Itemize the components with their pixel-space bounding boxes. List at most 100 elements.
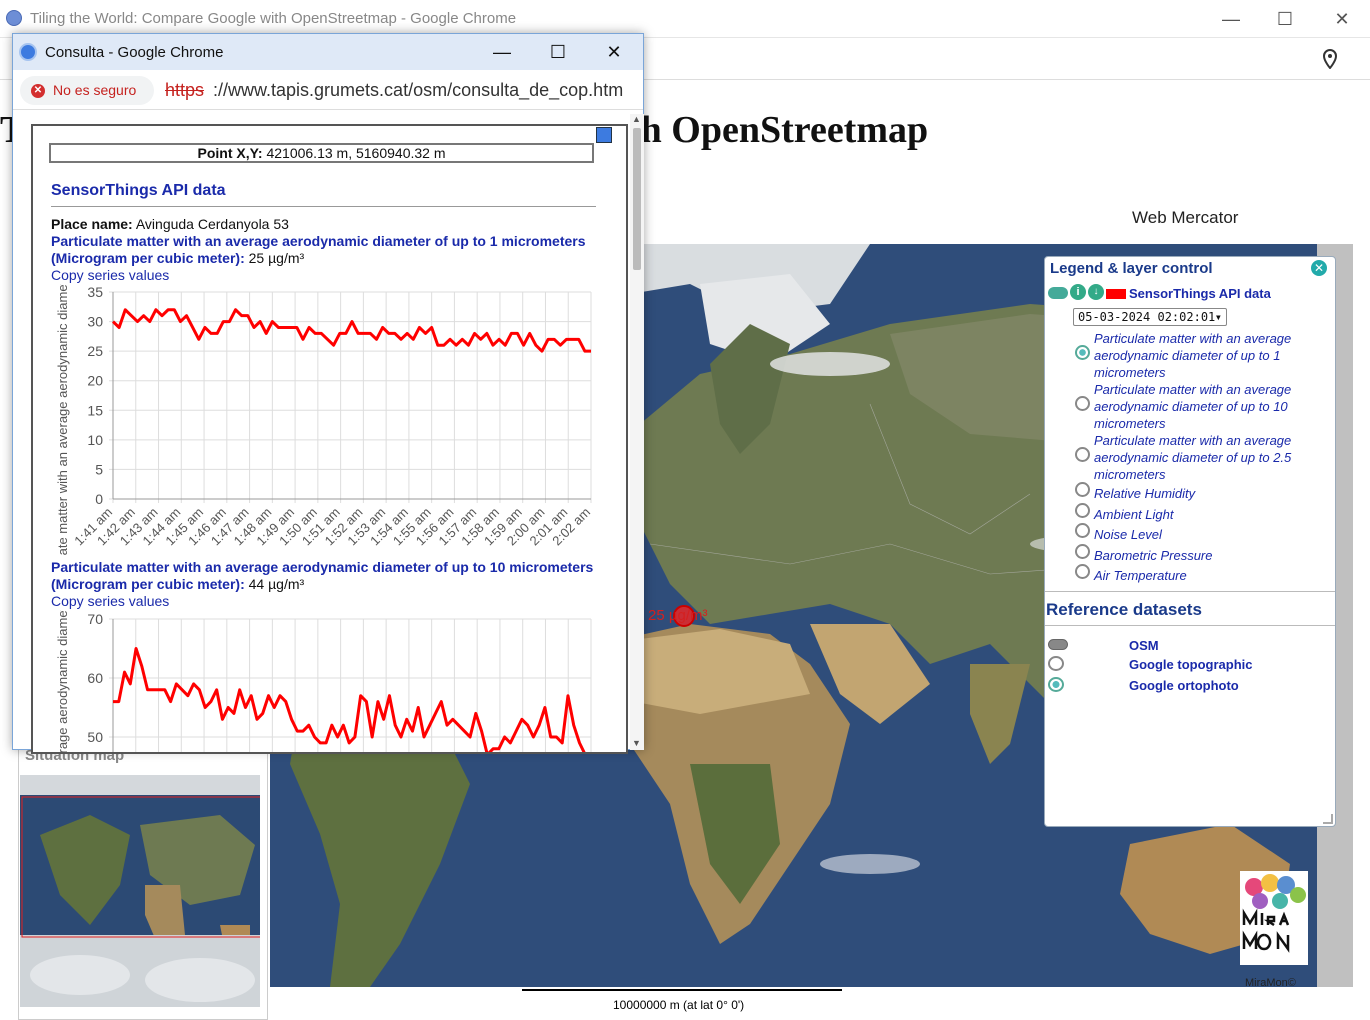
popup-address-bar[interactable]: ✕ No es seguro https ://www.tapis.grumet… (13, 70, 643, 110)
legend-close-icon[interactable]: ✕ (1311, 260, 1327, 276)
y-tick-label: 10 (87, 432, 103, 448)
y-tick-label: 30 (87, 314, 103, 330)
legend-title: Legend & layer control (1050, 260, 1213, 277)
series-current-value: 25 µg/m³ (248, 250, 305, 266)
date-select[interactable]: 05-03-2024 02:02:01 (1073, 308, 1227, 326)
divider (1045, 591, 1335, 592)
layer-name: SensorThings API data (1129, 286, 1271, 301)
copy-series-link[interactable]: Copy series values (51, 267, 169, 283)
projection-label: Web Mercator (1132, 208, 1239, 227)
y-tick-label: 15 (87, 402, 103, 418)
copy-series-link[interactable]: Copy series values (51, 593, 169, 609)
main-window-title: Tiling the World: Compare Google with Op… (30, 10, 517, 27)
info-icon[interactable]: i (1070, 284, 1086, 300)
y-tick-label: 35 (87, 284, 103, 300)
popup-minimize-button[interactable]: — (487, 39, 517, 65)
place-name-line: Place name: Avinguda Cerdanyola 53 (51, 216, 289, 232)
y-tick-label: 5 (95, 461, 103, 477)
y-tick-label: 20 (87, 373, 103, 389)
divider (1045, 625, 1335, 626)
reference-label: OSM (1129, 638, 1159, 653)
situation-map-panel[interactable]: Situation map (18, 742, 268, 1020)
variable-radio[interactable] (1075, 482, 1090, 497)
url-text[interactable]: ://www.tapis.grumets.cat/osm/consulta_de… (213, 80, 623, 101)
series-name: Particulate matter with an average aerod… (51, 559, 594, 575)
place-value: Avinguda Cerdanyola 53 (135, 216, 289, 232)
y-axis-label: Particulate matter with an average aerod… (55, 284, 70, 556)
resize-handle[interactable] (1323, 814, 1333, 824)
y-tick-label: 70 (87, 611, 103, 627)
series-line (111, 308, 591, 353)
series-current-value: 44 µg/m³ (248, 576, 305, 592)
query-result-frame[interactable]: Point X,Y: 421006.13 m, 5160940.32 m Sen… (31, 124, 628, 754)
popup-title: Consulta - Google Chrome (45, 44, 224, 61)
download-icon[interactable]: ↓ (1088, 284, 1104, 300)
popup-maximize-button[interactable]: ☐ (543, 39, 573, 65)
reference-item-osm[interactable]: OSM (1045, 635, 1335, 655)
series-line (113, 647, 586, 752)
layer-visibility-toggle[interactable] (1048, 287, 1068, 299)
chrome-icon (19, 43, 37, 61)
minimize-button[interactable]: — (1216, 6, 1246, 32)
variable-label: Barometric Pressure (1094, 548, 1213, 563)
url-scheme[interactable]: https (165, 80, 204, 101)
security-label: No es seguro (53, 82, 137, 98)
reference-radio[interactable] (1048, 656, 1064, 671)
reference-label: Google topographic (1129, 657, 1253, 672)
variable-radio[interactable] (1075, 503, 1090, 518)
popup-titlebar[interactable]: Consulta - Google Chrome — ☐ ✕ (13, 34, 643, 70)
not-secure-icon: ✕ (31, 84, 45, 98)
popup-close-button[interactable]: ✕ (599, 39, 629, 65)
reference-item-google-ortophoto[interactable]: Google ortophoto (1045, 675, 1335, 695)
security-chip[interactable]: ✕ No es seguro (20, 76, 154, 105)
close-button[interactable]: ✕ (1327, 6, 1357, 32)
place-label: Place name: (51, 216, 133, 232)
series-name: Particulate matter with an average aerod… (51, 233, 586, 249)
reference-item-google-topographic[interactable]: Google topographic (1045, 654, 1335, 674)
consulta-popup-window[interactable]: Consulta - Google Chrome — ☐ ✕ ✕ No es s… (12, 33, 644, 754)
point-value: 421006.13 m, 5160940.32 m (266, 145, 446, 161)
miramon-copyright: MiraMon© (1245, 977, 1296, 989)
pm10-line-chart: 3040506070Particulate matter with an ave… (55, 610, 592, 754)
variable-label: Particulate matter with an average aerod… (1094, 382, 1292, 431)
variable-radio[interactable] (1075, 345, 1090, 360)
scroll-up-icon[interactable]: ▲ (632, 114, 641, 124)
variable-radio[interactable] (1075, 544, 1090, 559)
situation-map-image[interactable] (20, 775, 260, 1007)
miramon-logo (1240, 871, 1308, 965)
edit-icon[interactable] (596, 127, 612, 143)
y-tick-label: 50 (87, 729, 103, 745)
variable-radio[interactable] (1075, 447, 1090, 462)
chrome-globe-icon (6, 10, 22, 26)
reference-toggle[interactable] (1048, 639, 1068, 650)
maximize-button[interactable]: ☐ (1270, 6, 1300, 32)
page-title-suffix: th OpenStreetmap (628, 109, 929, 151)
reference-radio[interactable] (1048, 677, 1064, 692)
location-pin-icon[interactable] (1322, 49, 1338, 69)
variable-label: Noise Level (1094, 527, 1162, 542)
y-axis-label: Particulate matter with an average aerod… (55, 610, 70, 754)
series-header: Particulate matter with an average aerod… (51, 559, 594, 592)
pm1-line-chart: 051015202530351:41 am1:42 am1:43 am1:44 … (55, 284, 593, 556)
y-tick-label: 60 (87, 670, 103, 686)
y-tick-label: 25 (87, 343, 103, 359)
point-coordinates-box: Point X,Y: 421006.13 m, 5160940.32 m (49, 143, 594, 163)
variable-label: Air Temperature (1094, 568, 1187, 583)
scale-bar (522, 989, 842, 991)
section-title: SensorThings API data (51, 182, 226, 199)
variable-label: Particulate matter with an average aerod… (1094, 433, 1292, 482)
layer-color-swatch (1106, 289, 1126, 299)
scale-bar-label: 10000000 m (at lat 0° 0') (613, 998, 745, 1012)
variable-radio[interactable] (1075, 396, 1090, 411)
legend-panel[interactable]: Legend & layer control ✕ i ↓ SensorThing… (1044, 256, 1336, 827)
reference-datasets-title: Reference datasets (1046, 600, 1202, 619)
variable-label: Ambient Light (1094, 507, 1174, 522)
divider (51, 206, 596, 207)
variable-radio[interactable] (1075, 523, 1090, 538)
scroll-down-icon[interactable]: ▼ (632, 738, 641, 748)
variable-label: Relative Humidity (1094, 486, 1196, 501)
reference-label: Google ortophoto (1129, 678, 1239, 693)
popup-scrollbar[interactable]: ▲ ▼ (630, 114, 644, 750)
scroll-thumb[interactable] (633, 128, 641, 270)
variable-radio[interactable] (1075, 564, 1090, 579)
